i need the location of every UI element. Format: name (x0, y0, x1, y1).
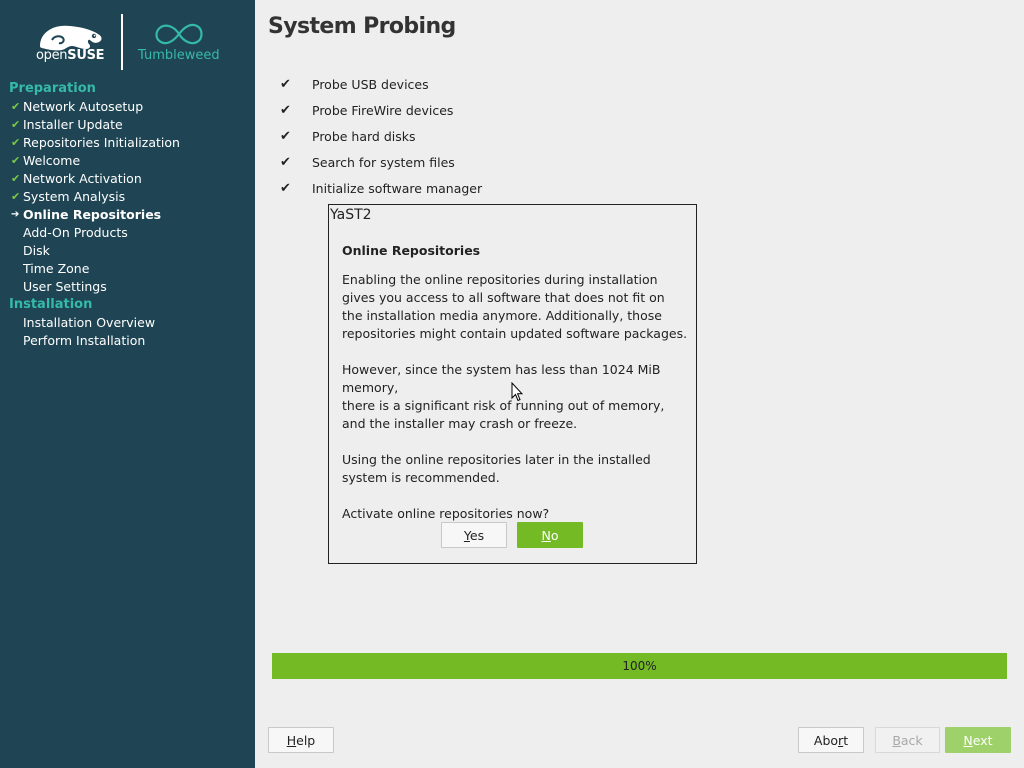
sidebar-step-label: Repositories Initialization (23, 135, 180, 150)
dialog-window-title: YaST2 (330, 207, 372, 223)
mouse-pointer-icon (511, 382, 523, 402)
sidebar-step-label: Time Zone (23, 261, 90, 276)
sidebar-step: Perform Installation (0, 332, 255, 350)
sidebar-step: ✔ Network Activation (0, 170, 255, 188)
probe-item-label: Probe FireWire devices (312, 103, 454, 118)
probe-item: ✔ Search for system files (280, 154, 482, 180)
sidebar-section-title: Installation (9, 297, 93, 312)
no-button[interactable]: No (517, 522, 583, 548)
abort-button[interactable]: Abort (798, 727, 864, 753)
progress-label: 100% (622, 659, 657, 673)
check-icon: ✔ (280, 155, 291, 170)
check-icon: ✔ (11, 154, 21, 167)
sidebar-step: Time Zone (0, 260, 255, 278)
distro-name: Tumbleweed (138, 48, 220, 63)
installation-steps: Preparation ✔ Network Autosetup ✔ Installer … (0, 80, 255, 350)
probe-item-label: Probe hard disks (312, 129, 416, 144)
sidebar-step: ➔ Online Repositories (0, 206, 255, 224)
sidebar-step: ✔ System Analysis (0, 188, 255, 206)
probe-item-label: Probe USB devices (312, 77, 429, 92)
probe-item: ✔ Initialize software manager (280, 180, 482, 206)
check-icon: ✔ (280, 129, 291, 144)
page-title: System Probing (268, 14, 456, 39)
check-icon: ✔ (280, 77, 291, 92)
help-button[interactable]: Help (268, 727, 334, 753)
main-panel: System Probing ✔ Probe USB devices ✔ Probe … (255, 0, 1024, 768)
sidebar-step: ✔ Installer Update (0, 116, 255, 134)
sidebar-step-label: Disk (23, 243, 50, 258)
logo-area: openSUSE Tumbleweed (0, 0, 255, 80)
dialog-heading: Online Repositories (342, 243, 481, 258)
probe-item-label: Search for system files (312, 155, 455, 170)
sidebar-step: User Settings (0, 278, 255, 296)
check-icon: ✔ (11, 172, 21, 185)
sidebar-step-label: Online Repositories (23, 207, 162, 222)
sidebar-section-title: Preparation (9, 81, 96, 96)
opensuse-wordmark: openSUSE (36, 48, 105, 63)
check-icon: ✔ (11, 100, 21, 113)
sidebar-step-label: Network Autosetup (23, 99, 144, 114)
sidebar-step: ✔ Network Autosetup (0, 98, 255, 116)
sidebar-step-label: System Analysis (23, 189, 126, 204)
tumbleweed-infinity-logo (155, 23, 203, 45)
back-button[interactable]: Back (875, 727, 940, 753)
sidebar-step: ✔ Welcome (0, 152, 255, 170)
logo-divider (121, 14, 123, 70)
arrow-right-icon: ➔ (11, 209, 20, 220)
sidebar-step-label: Installation Overview (23, 315, 156, 330)
sidebar-step-label: Network Activation (23, 171, 142, 186)
check-icon: ✔ (280, 181, 291, 196)
check-icon: ✔ (11, 118, 21, 131)
check-icon: ✔ (11, 136, 21, 149)
check-icon: ✔ (280, 103, 291, 118)
probe-item: ✔ Probe hard disks (280, 128, 482, 154)
sidebar-step-label: User Settings (23, 279, 107, 294)
sidebar-step: Disk (0, 242, 255, 260)
sidebar-step-label: Welcome (23, 153, 81, 168)
next-button[interactable]: Next (945, 727, 1011, 753)
sidebar-step: ✔ Repositories Initialization (0, 134, 255, 152)
check-icon: ✔ (11, 190, 21, 203)
probe-item: ✔ Probe FireWire devices (280, 102, 482, 128)
progress-bar: 100% (272, 653, 1007, 679)
sidebar-step-label: Add-On Products (23, 225, 128, 240)
sidebar-step: Installation Overview (0, 314, 255, 332)
sidebar-step: Add-On Products (0, 224, 255, 242)
probe-list: ✔ Probe USB devices ✔ Probe FireWire device… (280, 76, 482, 206)
sidebar-step-label: Perform Installation (23, 333, 146, 348)
probe-item: ✔ Probe USB devices (280, 76, 482, 102)
sidebar: openSUSE Tumbleweed Preparation ✔ Network … (0, 0, 255, 768)
probe-item-label: Initialize software manager (312, 181, 483, 196)
yes-button[interactable]: Yes (441, 522, 507, 548)
sidebar-step-label: Installer Update (23, 117, 123, 132)
